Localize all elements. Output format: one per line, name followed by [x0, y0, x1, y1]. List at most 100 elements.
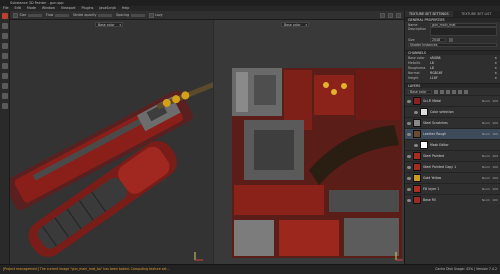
add-fill-layer-icon[interactable]: [440, 89, 444, 94]
smudge-icon[interactable]: [1, 53, 8, 59]
layer-row[interactable]: Sci-Fi Metal Norm 100: [405, 95, 500, 106]
layer-row[interactable]: Steel Painted Copy 1 Norm 100: [405, 161, 500, 172]
stroke-opacity-slider[interactable]: [97, 13, 112, 17]
delete-icon[interactable]: ×: [494, 66, 497, 70]
layer-blend-mode[interactable]: Norm: [478, 132, 492, 136]
layer-blend-mode[interactable]: Norm: [478, 154, 492, 158]
name-field[interactable]: gun_main_mat: [430, 22, 497, 27]
viewport-3d-mode-select[interactable]: Base color: [95, 22, 123, 27]
selection-icon[interactable]: [1, 93, 8, 99]
lazy-mouse-icon[interactable]: [148, 12, 154, 18]
layer-row[interactable]: Mask Editor: [405, 139, 500, 150]
layer-name[interactable]: Base Fill: [423, 198, 478, 202]
layer-opacity[interactable]: 100: [492, 187, 500, 191]
delete-icon[interactable]: ×: [494, 76, 497, 80]
visibility-eye-icon[interactable]: [407, 132, 411, 136]
layer-blend-mode[interactable]: Norm: [478, 99, 492, 103]
layer-name[interactable]: Leather Rough: [423, 132, 478, 136]
spacing-option[interactable]: Spacing: [116, 13, 145, 17]
layer-opacity[interactable]: 100: [492, 99, 500, 103]
flow-option[interactable]: Flow: [46, 13, 69, 17]
layer-name[interactable]: Fill layer 1: [423, 187, 478, 191]
layer-name[interactable]: Color selection: [430, 110, 478, 114]
visibility-eye-icon[interactable]: [407, 165, 411, 169]
material-picker-icon[interactable]: [1, 73, 8, 79]
channel-row[interactable]: Roughness L8 ×: [405, 65, 500, 70]
layer-row[interactable]: Leather Rough Norm 100: [405, 128, 500, 139]
layer-row[interactable]: Gold Yellow Norm 100: [405, 172, 500, 183]
visibility-eye-icon[interactable]: [407, 176, 411, 180]
render-icon[interactable]: [396, 12, 401, 18]
spacing-slider[interactable]: [130, 13, 145, 17]
channel-row[interactable]: Height L16F ×: [405, 75, 500, 80]
layer-name[interactable]: Steel Painted Copy 1: [423, 165, 478, 169]
size-slider[interactable]: [27, 13, 42, 17]
geometry-decal-icon[interactable]: [1, 43, 8, 49]
size-option[interactable]: Size: [13, 12, 42, 18]
stroke-opacity-option[interactable]: Stroke opacity: [73, 13, 112, 17]
visibility-eye-icon[interactable]: [407, 154, 411, 158]
visibility-eye-icon[interactable]: [407, 187, 411, 191]
delete-layer-icon[interactable]: [464, 89, 468, 94]
layer-name[interactable]: Gold Yellow: [423, 176, 478, 180]
visibility-eye-icon[interactable]: [407, 198, 411, 202]
channel-format[interactable]: L8: [430, 61, 494, 65]
size-select[interactable]: 2048: [430, 37, 446, 42]
layer-blend-mode[interactable]: Norm: [478, 176, 492, 180]
visibility-eye-icon[interactable]: [407, 99, 411, 103]
add-folder-icon[interactable]: [458, 89, 462, 94]
projection-icon[interactable]: [1, 33, 8, 39]
delete-icon[interactable]: ×: [494, 56, 497, 60]
layer-channel-select[interactable]: Base color: [408, 89, 432, 94]
channel-format[interactable]: sRGB8: [430, 56, 494, 60]
delete-icon[interactable]: ×: [494, 61, 497, 65]
channel-format[interactable]: L8: [430, 66, 494, 70]
channel-row[interactable]: Base color sRGB8 ×: [405, 55, 500, 60]
visibility-eye-icon[interactable]: [414, 143, 418, 147]
add-effect-icon[interactable]: [452, 89, 456, 94]
layer-row[interactable]: Steel Scratches Norm 100: [405, 117, 500, 128]
layer-blend-mode[interactable]: Norm: [478, 165, 492, 169]
add-layer-icon[interactable]: [434, 89, 438, 94]
lazy-option[interactable]: Lazy: [148, 12, 163, 18]
flow-slider[interactable]: [54, 13, 69, 17]
description-field[interactable]: [430, 27, 497, 36]
viewport-3d[interactable]: Base color: [10, 20, 213, 264]
layer-blend-mode[interactable]: Norm: [478, 121, 492, 125]
viewport-2d[interactable]: Base color: [214, 20, 404, 264]
channel-format[interactable]: RGB16F: [430, 71, 494, 75]
shader-instances-select[interactable]: Shader Instances: [408, 42, 497, 47]
viewport-2d-mode-select[interactable]: Base color: [281, 22, 309, 27]
layer-name[interactable]: Sci-Fi Metal: [423, 99, 478, 103]
paint-brush-icon[interactable]: [1, 13, 8, 19]
layer-opacity[interactable]: 100: [492, 121, 500, 125]
visibility-eye-icon[interactable]: [414, 110, 418, 114]
layer-opacity[interactable]: 100: [492, 165, 500, 169]
layer-opacity[interactable]: 100: [492, 132, 500, 136]
eraser-icon[interactable]: [1, 23, 8, 29]
delete-icon[interactable]: ×: [494, 71, 497, 75]
layer-row[interactable]: Steel Painted Norm 100: [405, 150, 500, 161]
channel-format[interactable]: L16F: [430, 76, 494, 80]
layer-opacity[interactable]: 100: [492, 176, 500, 180]
layer-blend-mode[interactable]: Norm: [478, 198, 492, 202]
layer-blend-mode[interactable]: Norm: [478, 187, 492, 191]
layer-name[interactable]: Mask Editor: [430, 143, 478, 147]
channel-row[interactable]: Normal RGB16F ×: [405, 70, 500, 75]
tab-texture-set-list[interactable]: TEXTURE SET LIST: [453, 11, 500, 17]
visibility-eye-icon[interactable]: [407, 121, 411, 125]
measure-icon[interactable]: [1, 103, 8, 109]
layer-name[interactable]: Steel Painted: [423, 154, 478, 158]
layer-row[interactable]: Fill layer 1 Norm 100: [405, 183, 500, 194]
layer-row[interactable]: Color selection: [405, 106, 500, 117]
layer-opacity[interactable]: 100: [492, 198, 500, 202]
add-mask-icon[interactable]: [446, 89, 450, 94]
display-settings-icon[interactable]: [388, 12, 393, 18]
layer-row[interactable]: Base Fill Norm 100: [405, 194, 500, 205]
layer-name[interactable]: Steel Scratches: [423, 121, 478, 125]
tab-texture-set-settings[interactable]: TEXTURE SET SETTINGS: [405, 11, 453, 17]
camera-icon[interactable]: [380, 12, 385, 18]
link-icon[interactable]: [449, 37, 453, 42]
channel-row[interactable]: Metallic L8 ×: [405, 60, 500, 65]
polygon-fill-icon[interactable]: [1, 83, 8, 89]
